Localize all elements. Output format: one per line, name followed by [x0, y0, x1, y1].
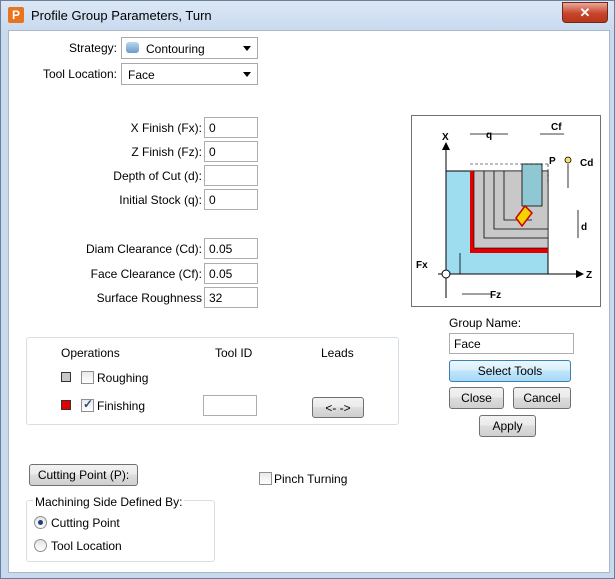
group-name-input[interactable]	[449, 333, 574, 354]
origin-marker	[441, 269, 451, 279]
machining-side-legend: Machining Side Defined By:	[33, 495, 185, 509]
turning-diagram: X Z q Cf Cd P d Fx Fz	[411, 115, 601, 307]
close-button[interactable]: Close	[449, 387, 504, 409]
tool-holder	[521, 163, 543, 207]
cd-label: Cd	[580, 158, 593, 169]
p-label: P	[549, 156, 556, 167]
cutting-point-radio[interactable]	[34, 516, 47, 529]
surface-roughness-label: Surface Roughness	[96, 291, 202, 305]
initial-stock-input[interactable]	[204, 189, 258, 210]
x-axis-label: X	[442, 132, 449, 143]
tool-location-radio-label: Tool Location	[51, 539, 122, 553]
app-icon: P	[8, 7, 24, 23]
x-axis-arrow	[442, 142, 450, 150]
diam-clearance-input[interactable]	[204, 238, 258, 259]
cancel-button[interactable]: Cancel	[513, 387, 571, 409]
dialog-window: P Profile Group Parameters, Turn ✕ Strat…	[0, 0, 615, 579]
operations-header: Operations	[61, 346, 120, 360]
finishing-color-swatch	[61, 400, 71, 410]
x-finish-input[interactable]	[204, 117, 258, 138]
face-clearance-input[interactable]	[204, 263, 258, 284]
z-finish-label: Z Finish (Fz):	[131, 145, 202, 159]
cutting-point-button[interactable]: Cutting Point (P):	[29, 464, 138, 486]
leads-header: Leads	[321, 346, 354, 360]
z-axis-arrow	[576, 270, 584, 278]
fz-label: Fz	[490, 290, 501, 301]
x-finish-label: X Finish (Fx):	[130, 121, 202, 135]
strategy-label: Strategy:	[68, 41, 117, 55]
pinch-turning-label: Pinch Turning	[274, 472, 348, 486]
cutting-point-marker	[564, 156, 572, 164]
chevron-down-icon	[243, 72, 251, 77]
face-clearance-label: Face Clearance (Cf):	[90, 267, 202, 281]
apply-button[interactable]: Apply	[479, 415, 536, 437]
tool-location-value: Face	[128, 68, 155, 82]
finishing-checkbox[interactable]	[81, 397, 94, 412]
depth-of-cut-label: Depth of Cut (d):	[113, 169, 202, 183]
dialog-client-area: Strategy: Contouring Tool Location: Face…	[8, 30, 610, 573]
fx-label: Fx	[416, 260, 428, 271]
tool-id-header: Tool ID	[215, 346, 253, 360]
close-window-button[interactable]: ✕	[562, 2, 608, 23]
select-tools-button[interactable]: Select Tools	[449, 360, 571, 382]
strategy-dropdown[interactable]: Contouring	[121, 37, 258, 59]
cf-label: Cf	[551, 122, 562, 133]
tool-location-label: Tool Location:	[42, 67, 117, 81]
strategy-value: Contouring	[146, 42, 205, 56]
contouring-icon	[126, 42, 139, 53]
z-axis-label: Z	[586, 270, 592, 281]
leads-button[interactable]: <- ->	[312, 397, 364, 418]
cutting-point-radio-label: Cutting Point	[51, 516, 120, 530]
d-label: d	[581, 222, 587, 233]
roughing-label: Roughing	[97, 371, 149, 385]
pinch-turning-checkbox[interactable]	[259, 472, 272, 485]
tool-location-dropdown[interactable]: Face	[121, 63, 258, 85]
window-title: Profile Group Parameters, Turn	[31, 8, 212, 23]
title-bar[interactable]: P Profile Group Parameters, Turn ✕	[1, 1, 614, 29]
initial-stock-label: Initial Stock (q):	[119, 193, 202, 207]
diam-clearance-label: Diam Clearance (Cd):	[85, 242, 202, 256]
roughing-checkbox[interactable]	[81, 371, 94, 384]
surface-roughness-input[interactable]	[204, 287, 258, 308]
roughing-color-swatch	[61, 372, 71, 382]
depth-of-cut-input[interactable]	[204, 165, 258, 186]
q-label: q	[486, 130, 492, 141]
finishing-label: Finishing	[97, 399, 146, 413]
z-finish-input[interactable]	[204, 141, 258, 162]
tool-location-radio[interactable]	[34, 539, 47, 552]
chevron-down-icon	[243, 46, 251, 51]
turning-diagram-svg: X Z q Cf Cd P d Fx Fz	[416, 122, 593, 301]
group-name-label: Group Name:	[449, 316, 522, 330]
finishing-tool-id-input[interactable]	[203, 395, 257, 416]
